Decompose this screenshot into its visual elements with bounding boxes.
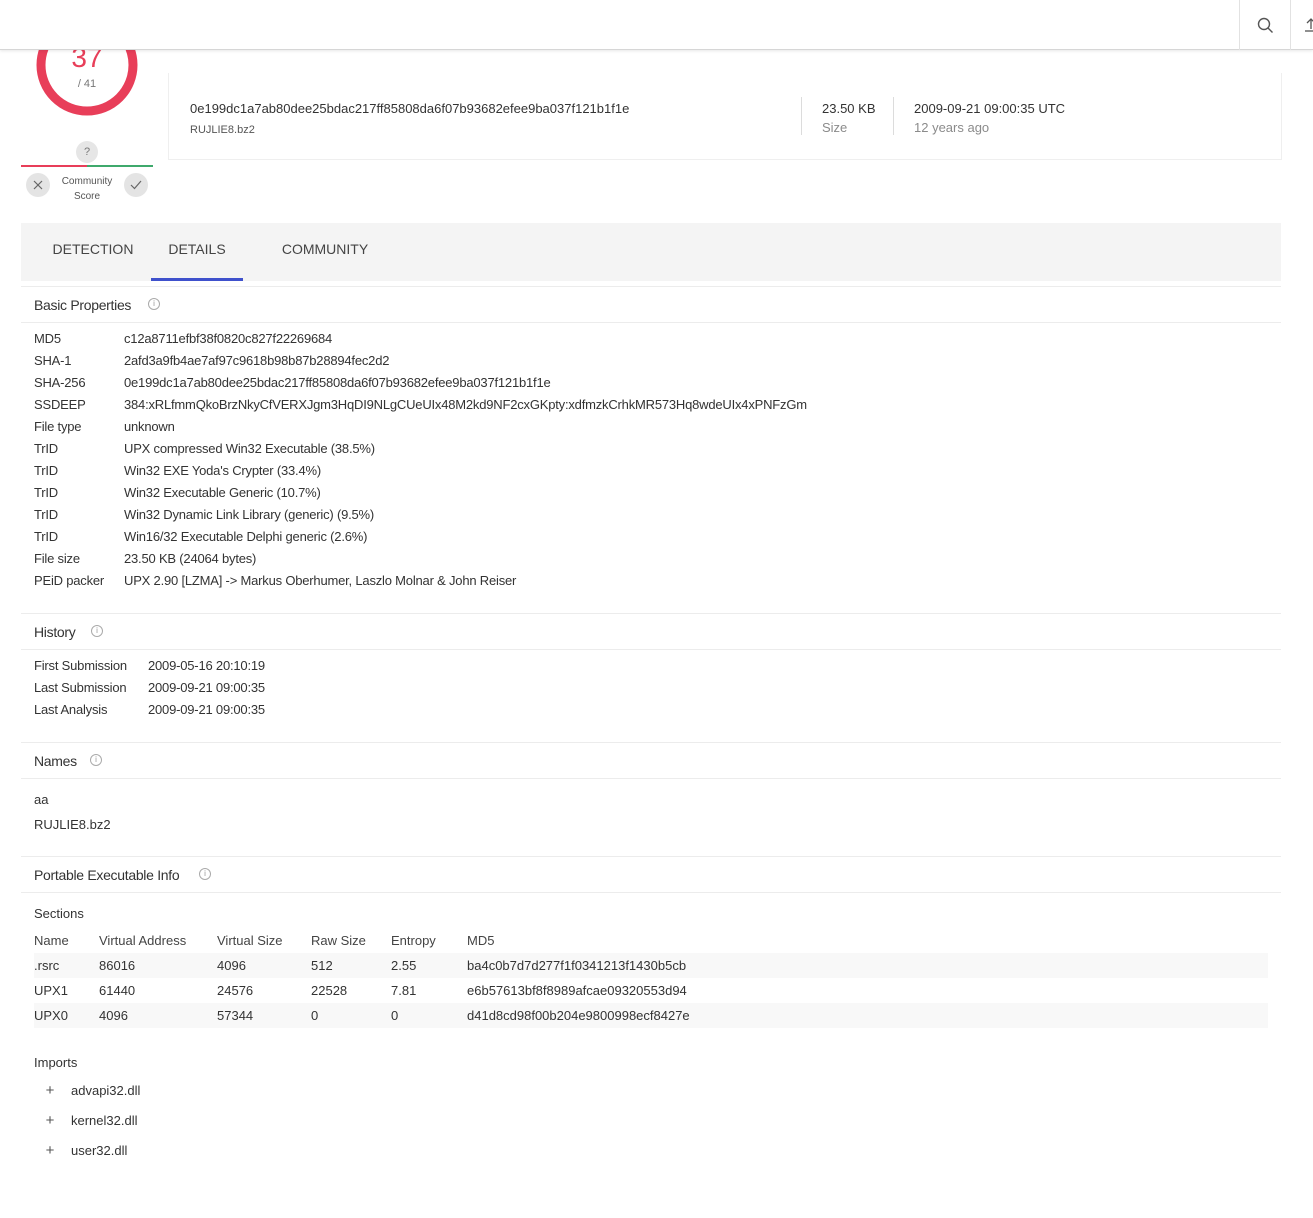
info-icon[interactable]: i — [90, 754, 102, 766]
property-value[interactable]: c12a8711efbf38f0820c827f22269684 — [124, 328, 332, 350]
property-key: TrID — [34, 507, 58, 522]
check-icon — [130, 180, 142, 190]
expand-icon[interactable]: + — [44, 1141, 56, 1161]
name-item: RUJLIE8.bz2 — [34, 817, 111, 832]
imports-title: Imports — [34, 1055, 78, 1070]
property-value[interactable]: 384:xRLfmmQkoBrzNkyCfVERXJgm3HqDI9NLgCUe… — [124, 394, 807, 416]
name-item: aa — [34, 792, 49, 807]
pe-info-header: Portable Executable Info i — [21, 856, 1281, 893]
property-value[interactable]: Win16/32 Executable Delphi generic (2.6%… — [124, 526, 367, 548]
property-value[interactable]: unknown — [124, 416, 175, 438]
column-header: MD5 — [467, 933, 495, 948]
property-key: MD5 — [34, 331, 61, 346]
property-value[interactable]: Win32 EXE Yoda's Crypter (33.4%) — [124, 460, 321, 482]
property-key: SHA-1 — [34, 353, 72, 368]
file-hash[interactable]: 0e199dc1a7ab80dee25bdac217ff85808da6f07b… — [190, 101, 629, 116]
table-row: UPX0 4096 57344 0 0 d41d8cd98f00b204e980… — [34, 1003, 1268, 1028]
property-value[interactable]: 2009-09-21 09:00:35 — [148, 699, 265, 721]
tab-details[interactable]: DETAILS — [151, 223, 243, 281]
section-title: Names — [34, 753, 77, 769]
property-key: First Submission — [34, 658, 127, 673]
file-name: RUJLIE8.bz2 — [190, 124, 255, 136]
harmless-bar — [87, 165, 153, 167]
community-score-value: ? — [76, 141, 98, 163]
tab-bar: DETECTION DETAILS COMMUNITY — [21, 223, 1281, 281]
property-key: TrID — [34, 441, 58, 456]
table-row: .rsrc 86016 4096 512 2.55 ba4c0b7d7d277f… — [34, 953, 1268, 978]
column-header: Virtual Size — [217, 933, 283, 948]
engine-total: / 41 — [77, 78, 97, 90]
property-key: PEiD packer — [34, 573, 105, 588]
search-icon — [1257, 17, 1273, 33]
basic-properties-header: Basic Properties i — [21, 286, 1281, 323]
property-value[interactable]: 2009-05-16 20:10:19 — [148, 655, 265, 677]
upload-icon — [1305, 18, 1313, 32]
expand-icon[interactable]: + — [44, 1111, 56, 1131]
file-info-card: 0e199dc1a7ab80dee25bdac217ff85808da6f07b… — [168, 73, 1282, 160]
close-icon — [33, 180, 43, 190]
top-bar — [0, 0, 1313, 50]
property-key: File type — [34, 419, 82, 434]
column-header: Raw Size — [311, 933, 366, 948]
property-value[interactable]: 23.50 KB (24064 bytes) — [124, 548, 256, 570]
file-size-label: Size — [822, 120, 848, 135]
section-title: Basic Properties — [34, 297, 132, 313]
vote-malicious-button[interactable] — [26, 173, 50, 197]
column-header: Virtual Address — [99, 933, 187, 948]
search-button[interactable] — [1239, 0, 1290, 50]
expand-icon[interactable]: + — [44, 1081, 56, 1101]
property-value[interactable]: 2009-09-21 09:00:35 — [148, 677, 265, 699]
property-key: TrID — [34, 463, 58, 478]
section-title: History — [34, 624, 76, 640]
property-value[interactable]: Win32 Executable Generic (10.7%) — [124, 482, 321, 504]
section-title: Portable Executable Info — [34, 867, 180, 883]
property-value[interactable]: UPX compressed Win32 Executable (38.5%) — [124, 438, 375, 460]
info-icon[interactable]: i — [148, 298, 160, 310]
community-score-label: Community Score — [61, 176, 113, 202]
property-key: File size — [34, 551, 80, 566]
property-key: TrID — [34, 485, 58, 500]
divider — [801, 97, 802, 135]
table-row: UPX1 61440 24576 22528 7.81 e6b57613bf8f… — [34, 983, 687, 998]
vote-harmless-button[interactable] — [124, 173, 148, 197]
tab-community[interactable]: COMMUNITY — [269, 223, 381, 281]
upload-button[interactable] — [1290, 0, 1313, 50]
history-header: History i — [21, 613, 1281, 650]
property-value[interactable]: Win32 Dynamic Link Library (generic) (9.… — [124, 504, 374, 526]
malicious-bar — [21, 165, 87, 167]
community-score-bar — [21, 165, 153, 167]
column-header: Entropy — [391, 933, 436, 948]
property-key: Last Analysis — [34, 702, 108, 717]
info-icon[interactable]: i — [91, 625, 103, 637]
file-size: 23.50 KB — [822, 101, 876, 116]
property-value[interactable]: UPX 2.90 [LZMA] -> Markus Oberhumer, Las… — [124, 570, 516, 592]
column-header: Name — [34, 933, 69, 948]
tab-detection[interactable]: DETECTION — [43, 223, 143, 281]
last-analysis-relative: 12 years ago — [914, 120, 990, 135]
divider — [893, 97, 894, 135]
property-key: TrID — [34, 529, 58, 544]
property-value[interactable]: 2afd3a9fb4ae7af97c9618b98b87b28894fec2d2 — [124, 350, 389, 372]
property-key: SHA-256 — [34, 375, 86, 390]
table-header: Name Virtual Address Virtual Size Raw Si… — [34, 928, 1268, 953]
info-icon[interactable]: i — [199, 868, 211, 880]
sections-title: Sections — [34, 906, 84, 921]
property-key: Last Submission — [34, 680, 127, 695]
property-value[interactable]: 0e199dc1a7ab80dee25bdac217ff85808da6f07b… — [124, 372, 551, 394]
names-header: Names i — [21, 742, 1281, 779]
last-analysis-date: 2009-09-21 09:00:35 UTC — [914, 101, 1066, 116]
property-key: SSDEEP — [34, 397, 86, 412]
